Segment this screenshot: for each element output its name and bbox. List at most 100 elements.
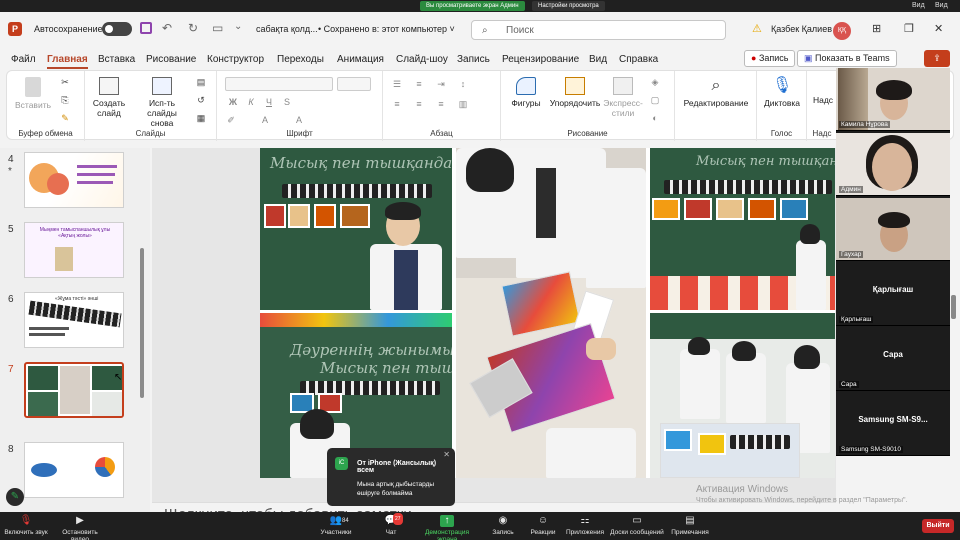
- align-left-icon[interactable]: ≡: [391, 99, 403, 109]
- thumbnails-scrollbar[interactable]: [140, 248, 144, 398]
- close-window-icon[interactable]: ✕: [934, 22, 943, 35]
- share-screen-button[interactable]: ↑ Демонстрация экрана: [414, 515, 480, 540]
- shape-effects-icon[interactable]: ◐: [649, 113, 661, 123]
- font-size-box[interactable]: [337, 77, 371, 91]
- quick-styles-button[interactable]: Экспресс-стили: [603, 77, 643, 118]
- align-center-icon[interactable]: ≡: [413, 99, 425, 109]
- warning-icon[interactable]: ⚠: [752, 22, 762, 35]
- tab-home[interactable]: Главная: [47, 54, 88, 69]
- file-name[interactable]: сабақта қолд...: [256, 24, 318, 34]
- reactions-button[interactable]: ☺ Реакции: [528, 515, 558, 536]
- line-spacing-icon[interactable]: ↕: [457, 79, 469, 89]
- user-avatar[interactable]: ҚҚ: [833, 22, 851, 40]
- participant-tile[interactable]: Samsung SM-S9... Samsung SM-S9010: [836, 393, 950, 456]
- new-slide-button[interactable]: Создать слайд: [91, 77, 127, 118]
- tab-slideshow[interactable]: Слайд-шоу: [396, 54, 448, 65]
- arrange-button[interactable]: Упорядочить: [549, 77, 601, 108]
- slideshow-start-icon[interactable]: ▭: [212, 21, 223, 35]
- participants-button[interactable]: 👥 84 Участники: [318, 515, 354, 536]
- gallery-scrollbar[interactable]: [951, 295, 956, 319]
- saved-status[interactable]: • Сохранено в: этот компьютер ˅: [318, 24, 455, 34]
- indent-icon[interactable]: ⇥: [435, 79, 447, 89]
- record-meeting-button[interactable]: ◉ Запись: [488, 515, 518, 536]
- paste-button[interactable]: Вставить: [13, 77, 53, 110]
- layout-icon[interactable]: ▤: [195, 77, 207, 87]
- participant-hair: [878, 212, 910, 228]
- font-color-icon[interactable]: A: [259, 115, 271, 125]
- tab-draw[interactable]: Рисование: [146, 54, 196, 65]
- shape-outline-icon[interactable]: ▢: [649, 95, 661, 105]
- font-size-up-icon[interactable]: A: [293, 115, 305, 125]
- reset-icon[interactable]: ↺: [195, 95, 207, 105]
- font-name-box[interactable]: [225, 77, 333, 91]
- tab-animations[interactable]: Анимация: [337, 54, 384, 65]
- copy-icon[interactable]: ⎘: [59, 95, 71, 105]
- share-button[interactable]: ⇪: [924, 50, 950, 67]
- notes-button[interactable]: ▤ Примечания: [670, 515, 710, 536]
- participants-label: Участники: [320, 529, 352, 536]
- strikethrough-icon[interactable]: S: [281, 97, 293, 107]
- annotation-pen-icon[interactable]: ✎: [6, 488, 24, 506]
- highlight-icon[interactable]: ✐: [225, 115, 237, 125]
- chat-button[interactable]: 💬 27 Чат: [378, 513, 404, 536]
- columns-icon[interactable]: ▥: [457, 99, 469, 109]
- participant-display-name: Samsung SM-S9...: [858, 415, 928, 424]
- participant-tile[interactable]: Сара Сара: [836, 328, 950, 391]
- stop-video-button[interactable]: ▶ Остановить видео: [54, 515, 106, 540]
- tab-view[interactable]: Вид: [589, 54, 607, 65]
- customize-toolbar-icon[interactable]: ⌄: [234, 21, 242, 32]
- tab-review[interactable]: Рецензирование: [502, 54, 579, 65]
- apps-button[interactable]: ⚏ Приложения: [564, 515, 606, 536]
- shape-fill-icon[interactable]: ◈: [649, 77, 661, 87]
- numbering-icon[interactable]: ≡: [413, 79, 425, 89]
- participant-tile[interactable]: Камила Нұрова: [836, 68, 950, 131]
- user-name[interactable]: Қазбек Қалиев: [771, 24, 832, 34]
- unmute-button[interactable]: 🎙 Включить звук: [4, 515, 48, 536]
- redo-icon[interactable]: ↻: [188, 21, 198, 35]
- tab-record[interactable]: Запись: [457, 54, 490, 65]
- tab-transitions[interactable]: Переходы: [277, 54, 324, 65]
- participant-tile[interactable]: Админ: [836, 133, 950, 196]
- undo-icon[interactable]: ↶: [162, 21, 172, 35]
- align-right-icon[interactable]: ≡: [435, 99, 447, 109]
- reuse-slides-button[interactable]: Исп-ть слайды снова: [135, 77, 189, 128]
- search-box[interactable]: ⌕ Поиск: [471, 20, 726, 40]
- autosave-toggle[interactable]: [102, 22, 132, 36]
- format-painter-icon[interactable]: ✎: [59, 113, 71, 123]
- shapes-button[interactable]: Фигуры: [507, 77, 545, 108]
- current-slide[interactable]: Мысық пен тышқандар Дәуреннің жынымыз жа…: [260, 148, 835, 478]
- close-icon[interactable]: ✕: [443, 450, 450, 459]
- restore-window-icon[interactable]: ❐: [904, 22, 914, 35]
- view-button[interactable]: Вид: [912, 2, 925, 9]
- editing-button[interactable]: ⌕ Редактирование: [679, 77, 753, 108]
- stop-video-label: Остановить видео: [62, 529, 98, 540]
- dictate-button[interactable]: 🎙 Диктовка: [759, 77, 805, 108]
- slide-preview-selected: [24, 362, 124, 418]
- tab-help[interactable]: Справка: [619, 54, 658, 65]
- bold-icon[interactable]: Ж: [227, 97, 239, 107]
- chat-notification[interactable]: iC От iPhone (Жансылық) всем Мына артық …: [327, 448, 455, 506]
- view-options-button[interactable]: Настройки просмотра: [532, 1, 605, 11]
- story-card: [664, 429, 692, 451]
- section-icon[interactable]: ▦: [195, 113, 207, 123]
- notes-icon: ▤: [685, 515, 695, 526]
- leave-button[interactable]: Выйти: [922, 519, 954, 533]
- participant-tile[interactable]: Гаухар: [836, 198, 950, 261]
- whiteboards-button[interactable]: ▭ Доски сообщений: [610, 515, 664, 536]
- tab-design[interactable]: Конструктор: [207, 54, 264, 65]
- addins-button[interactable]: Надс: [809, 95, 837, 105]
- present-in-teams-button[interactable]: ▣ Показать в Teams: [797, 50, 897, 67]
- tab-insert[interactable]: Вставка: [98, 54, 135, 65]
- tab-file[interactable]: Файл: [11, 54, 36, 65]
- ribbon-display-icon[interactable]: ⊞: [872, 22, 881, 35]
- record-meeting-label: Запись: [492, 529, 514, 536]
- participant-tile[interactable]: Қарлығаш Қарлығаш: [836, 263, 950, 326]
- unmute-label: Включить звук: [4, 529, 48, 536]
- underline-icon[interactable]: Ч: [263, 97, 275, 107]
- cut-icon[interactable]: ✂: [59, 77, 71, 87]
- italic-icon[interactable]: К: [245, 97, 257, 107]
- record-button[interactable]: ● Запись: [744, 50, 796, 67]
- bullets-icon[interactable]: ☰: [391, 79, 403, 89]
- view-button-2[interactable]: Вид: [935, 2, 948, 9]
- save-icon[interactable]: [140, 22, 152, 34]
